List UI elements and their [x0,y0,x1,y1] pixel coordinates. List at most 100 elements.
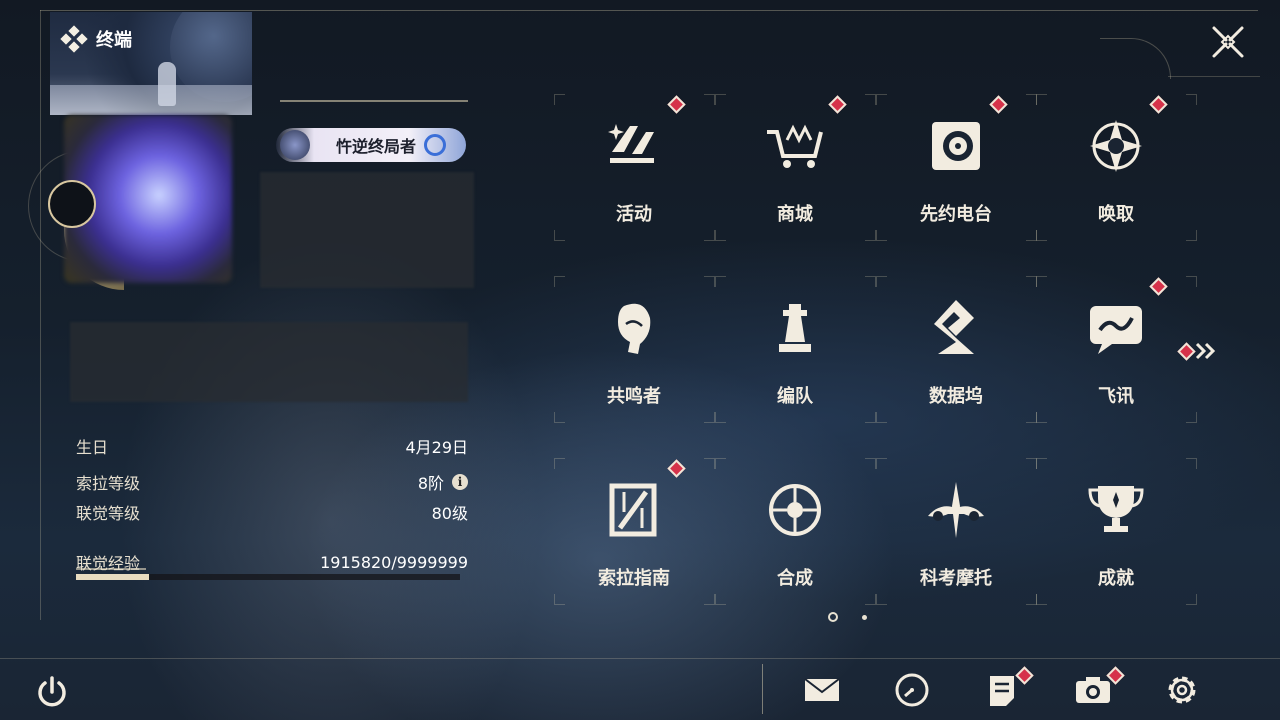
cell-corner-decoration [704,230,715,241]
cell-corner-decoration [876,230,887,241]
stat-label: 生日 [76,438,109,457]
cell-corner-decoration [715,230,726,241]
menu-item-label: 先约电台 [920,204,992,225]
menu-item-label: 科考摩托 [920,568,992,589]
resonator-icon [618,303,651,354]
menu-item-4[interactable]: 共鸣者 [554,276,715,426]
menu-item-label: 索拉指南 [598,568,670,589]
menu-item-label: 活动 [616,204,652,225]
team-chess-icon [779,304,811,352]
frame-corner-arc [1100,38,1171,79]
cell-corner-decoration [554,276,565,287]
cell-corner-decoration [1186,276,1197,287]
stat-row-birthday: 生日 4月29日 [76,434,468,458]
motorcycle-icon [928,482,984,538]
double-chevron-right-icon [1195,342,1216,360]
camera-button[interactable] [1073,666,1125,710]
menu-item-label: 合成 [777,568,813,589]
cell-corner-decoration [1186,230,1197,241]
stat-row-union-exp: 联觉经验 1915820/9999999 [76,550,468,574]
cell-corner-decoration [865,230,876,241]
mail-button[interactable] [802,670,842,710]
stat-value: 80级 [431,504,468,523]
page-indicator [828,612,867,622]
title-badge[interactable]: 忤逆终局者 [276,128,466,162]
message-icon [1090,306,1142,354]
cell-corner-decoration [715,94,726,105]
cell-corner-decoration [704,594,715,605]
cell-corner-decoration [1036,458,1047,469]
menu-item-2[interactable]: 先约电台 [876,94,1037,244]
cell-corner-decoration [1186,458,1197,469]
stat-label: 联觉等级 [76,504,141,523]
stat-value: 8阶 [417,474,444,493]
trophy-icon [1088,486,1144,532]
power-button[interactable] [32,672,72,712]
frame-left-line [40,10,41,620]
cell-corner-decoration [554,594,565,605]
notification-badge [828,95,847,114]
cell-corner-decoration [865,412,876,423]
menu-item-10[interactable]: 科考摩托 [876,458,1037,608]
convene-icon [1090,120,1142,172]
cell-corner-decoration [704,458,715,469]
redacted-signature [70,322,468,402]
terminal-icon [60,25,88,53]
activity-icon [608,124,654,163]
menu-item-11[interactable]: 成就 [1036,458,1197,608]
banner-figure [158,62,176,106]
cell-corner-decoration [554,94,565,105]
shop-cart-icon [767,124,823,168]
cell-corner-decoration [715,458,726,469]
synthesis-icon [769,484,821,536]
menu-item-9[interactable]: 合成 [715,458,876,608]
menu-item-7[interactable]: 飞讯 [1036,276,1197,426]
notification-badge [1149,95,1168,114]
menu-item-label: 数据坞 [929,386,983,407]
panel-title: 终端 [60,25,132,53]
menu-item-1[interactable]: 商城 [715,94,876,244]
menu-item-3[interactable]: 唤取 [1036,94,1197,244]
page-dot-active[interactable] [828,612,838,622]
stat-value: 4月29日 [405,438,468,457]
cell-corner-decoration [704,94,715,105]
cell-corner-decoration [876,412,887,423]
banner-ground [50,85,252,115]
close-button[interactable] [1208,22,1248,62]
cell-corner-decoration [876,94,887,105]
cell-corner-decoration [1036,276,1047,287]
menu-item-label: 成就 [1098,568,1134,589]
cell-corner-decoration [1186,412,1197,423]
title-badge-text: 忤逆终局者 [336,137,417,156]
notification-badge [667,459,686,478]
avatar-frame-button[interactable] [48,180,96,228]
notification-badge [989,95,1008,114]
menu-item-8[interactable]: 索拉指南 [554,458,715,608]
title-badge-portrait [280,130,310,160]
menu-item-label: 商城 [777,204,813,225]
notification-badge [667,95,686,114]
exp-label: 联觉经验 [76,554,141,573]
menu-item-label: 唤取 [1098,204,1134,225]
cell-corner-decoration [876,276,887,287]
menu-item-0[interactable]: 活动 [554,94,715,244]
page-dot[interactable] [862,614,867,620]
stat-row-union-level: 联觉等级 80级 [76,500,468,524]
notice-button[interactable] [982,666,1034,710]
cell-corner-decoration [554,458,565,469]
info-icon[interactable]: i [452,474,468,490]
exp-progress-fill [76,574,149,580]
clock-button[interactable] [892,670,932,710]
cell-corner-decoration [715,276,726,287]
menu-item-5[interactable]: 编队 [715,276,876,426]
cell-corner-decoration [1186,94,1197,105]
power-icon [38,676,66,707]
guide-book-icon [609,483,657,537]
cell-corner-decoration [1036,230,1047,241]
cell-corner-decoration [1036,412,1047,423]
menu-item-6[interactable]: 数据坞 [876,276,1037,426]
frame-right-line [1168,76,1260,77]
next-page-button[interactable] [1177,340,1220,362]
player-name-underline [280,100,468,102]
settings-button[interactable] [1162,670,1202,710]
